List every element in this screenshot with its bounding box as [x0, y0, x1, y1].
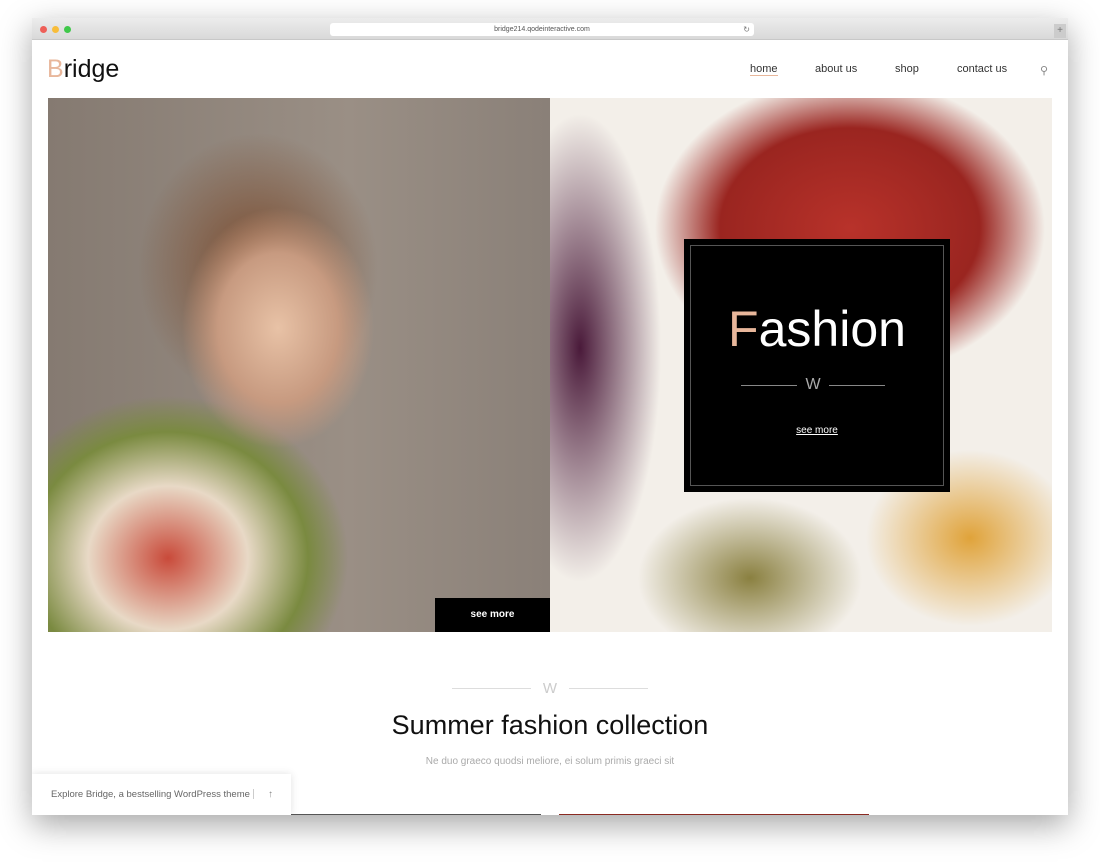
nav-about-us[interactable]: about us: [815, 63, 857, 75]
promo-banner[interactable]: Explore Bridge, a bestselling WordPress …: [32, 774, 291, 815]
logo-initial: B: [47, 55, 64, 83]
section-subtitle: Ne duo graeco quodsi meliore, ei solum p…: [425, 756, 675, 767]
hero-image-model: [48, 98, 550, 632]
arrow-up-icon[interactable]: ↑: [268, 774, 273, 815]
hero-title: Fashion: [728, 301, 906, 357]
product-image-2[interactable]: [559, 814, 869, 815]
browser-window: bridge214.qodeinteractive.com ↻ + Bridge …: [32, 18, 1068, 815]
see-more-button[interactable]: see more: [435, 598, 550, 632]
nav-home[interactable]: home: [750, 63, 778, 76]
logo-text: ridge: [63, 55, 120, 83]
product-image-1[interactable]: [290, 814, 541, 815]
hero-see-more-link[interactable]: see more: [685, 425, 949, 436]
close-window-button[interactable]: [40, 26, 47, 33]
reload-icon[interactable]: ↻: [743, 23, 750, 36]
hero-caption-box: Fashion W see more: [684, 239, 950, 492]
section-separator: W: [452, 680, 649, 697]
nav-contact-us[interactable]: contact us: [957, 63, 1007, 75]
hero-slider: Fashion W see more see more: [48, 98, 1052, 632]
search-icon[interactable]: ⚲: [1040, 64, 1048, 77]
url-text: bridge214.qodeinteractive.com: [494, 26, 590, 33]
hero-separator: W: [741, 376, 886, 394]
promo-text: Explore Bridge, a bestselling WordPress …: [51, 789, 250, 800]
new-tab-button[interactable]: +: [1054, 24, 1066, 38]
browser-titlebar: bridge214.qodeinteractive.com ↻ +: [32, 18, 1068, 40]
logo[interactable]: Bridge: [47, 55, 119, 84]
nav-shop[interactable]: shop: [895, 63, 919, 75]
section-title: Summer fashion collection: [391, 710, 709, 740]
maximize-window-button[interactable]: [64, 26, 71, 33]
minimize-window-button[interactable]: [52, 26, 59, 33]
address-bar[interactable]: bridge214.qodeinteractive.com ↻: [330, 23, 754, 36]
